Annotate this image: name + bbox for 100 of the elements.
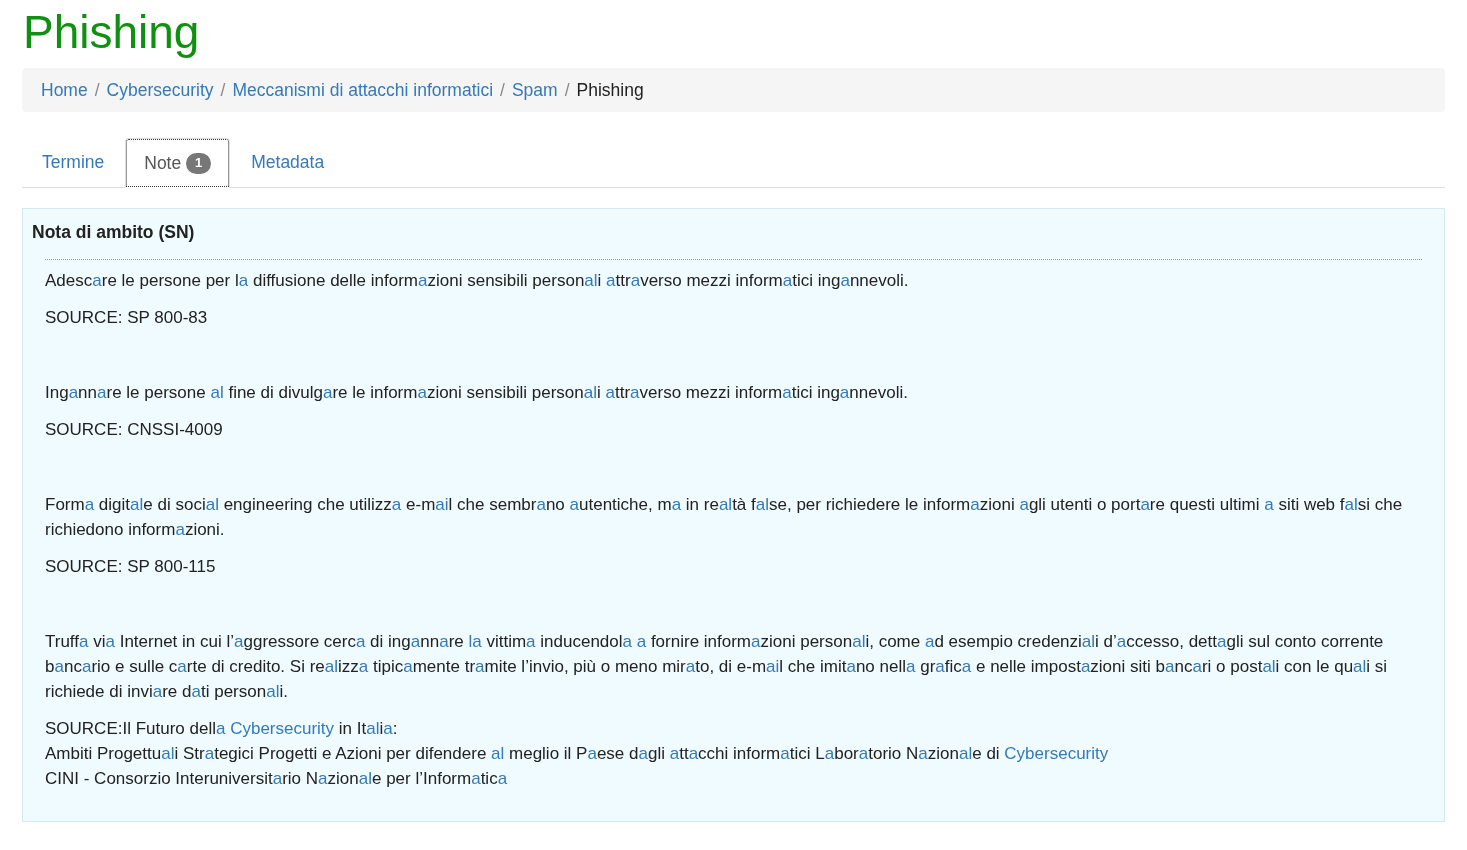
glossary-link[interactable]: la	[468, 632, 482, 652]
glossary-link[interactable]: a	[935, 657, 945, 677]
tab[interactable]: Termine	[23, 137, 124, 187]
glossary-link[interactable]: a	[81, 657, 92, 677]
glossary-link[interactable]: al	[1344, 495, 1358, 515]
glossary-link[interactable]: Cybersecurity	[1004, 744, 1109, 764]
glossary-link[interactable]: al	[583, 383, 597, 403]
glossary-link[interactable]: al	[852, 632, 866, 652]
glossary-link[interactable]: al	[1081, 632, 1096, 652]
glossary-link[interactable]: a	[587, 744, 597, 764]
glossary-link[interactable]: al	[584, 271, 598, 291]
glossary-link[interactable]: al	[130, 495, 144, 515]
glossary-link[interactable]: a	[191, 682, 201, 702]
glossary-link[interactable]: al	[491, 744, 505, 764]
glossary-link[interactable]: al	[1262, 657, 1276, 677]
glossary-link[interactable]: a	[471, 769, 481, 789]
glossary-link[interactable]: a	[383, 719, 393, 739]
glossary-link[interactable]: a	[824, 744, 835, 764]
glossary-link[interactable]: a	[671, 495, 682, 515]
glossary-link[interactable]: a	[318, 769, 328, 789]
tab[interactable]: Note 1	[125, 138, 231, 188]
glossary-link[interactable]: a	[685, 657, 696, 677]
breadcrumb-link[interactable]: Meccanismi di attacchi informatici	[232, 76, 494, 104]
breadcrumb-link[interactable]: Cybersecurity	[106, 76, 214, 104]
glossary-link[interactable]: a	[669, 744, 680, 764]
glossary-link[interactable]: a	[358, 657, 369, 677]
glossary-link[interactable]: a	[97, 383, 107, 403]
glossary-link[interactable]: a	[1217, 632, 1227, 652]
glossary-link[interactable]: a	[1116, 632, 1127, 652]
glossary-link[interactable]: a a	[622, 632, 647, 652]
glossary-link[interactable]: a	[355, 632, 366, 652]
glossary-link[interactable]: a	[175, 520, 185, 540]
glossary-link[interactable]: a	[234, 632, 244, 652]
glossary-link[interactable]: a	[924, 632, 935, 652]
glossary-link[interactable]: a	[918, 744, 928, 764]
glossary-link[interactable]: ai	[766, 657, 780, 677]
breadcrumb-link[interactable]: Spam	[511, 76, 558, 104]
glossary-link[interactable]: ai	[435, 495, 449, 515]
source-text: SOURCE: SP 800-83	[45, 307, 209, 330]
glossary-link[interactable]: a	[782, 271, 793, 291]
glossary-link[interactable]: a	[970, 495, 980, 515]
glossary-link[interactable]: a	[846, 657, 856, 677]
glossary-link[interactable]: al	[266, 682, 280, 702]
glossary-link[interactable]: a	[204, 744, 215, 764]
glossary-link[interactable]: a	[1192, 657, 1202, 677]
glossary-link[interactable]: a	[54, 657, 64, 677]
glossary-link[interactable]: al	[958, 744, 973, 764]
count-badge: 1	[186, 152, 212, 174]
glossary-link[interactable]: a	[79, 632, 89, 652]
glossary-link[interactable]: a	[630, 271, 641, 291]
glossary-link[interactable]: a	[152, 682, 163, 702]
glossary-link[interactable]: a	[1165, 657, 1175, 677]
glossary-link[interactable]: a	[751, 632, 761, 652]
glossary-link[interactable]: a	[105, 632, 115, 652]
tab[interactable]: Metadata	[232, 137, 344, 187]
glossary-link[interactable]: a	[439, 632, 449, 652]
glossary-link[interactable]: a	[569, 495, 579, 515]
glossary-link[interactable]: a	[961, 657, 972, 677]
glossary-link[interactable]: a	[1264, 495, 1274, 515]
glossary-link[interactable]: a	[638, 744, 648, 764]
glossary-link[interactable]: al	[718, 495, 733, 515]
glossary-link[interactable]: a	[322, 383, 333, 403]
glossary-link[interactable]: al	[358, 769, 372, 789]
glossary-link[interactable]: al	[324, 657, 338, 677]
source-text: SOURCE:Il Futuro della Cybersecurity in Italia:	[45, 718, 399, 741]
glossary-link[interactable]: a	[475, 657, 485, 677]
glossary-link[interactable]: a	[630, 383, 640, 403]
glossary-link[interactable]: a	[906, 657, 916, 677]
breadcrumb-separator: /	[499, 78, 506, 102]
glossary-link[interactable]: al	[755, 495, 769, 515]
glossary-link[interactable]: a	[688, 744, 699, 764]
glossary-link[interactable]: a Cybersecurity	[216, 719, 335, 739]
glossary-link[interactable]: al	[205, 495, 219, 515]
glossary-link[interactable]: a	[497, 769, 508, 789]
glossary-link[interactable]: a	[391, 495, 402, 515]
glossary-link[interactable]: a	[839, 383, 850, 403]
glossary-link[interactable]: a	[1140, 495, 1150, 515]
glossary-link[interactable]: a	[418, 271, 428, 291]
glossary-link[interactable]: a	[84, 495, 95, 515]
glossary-link[interactable]: a	[92, 271, 102, 291]
glossary-link[interactable]: al	[1353, 657, 1367, 677]
glossary-link[interactable]: a	[1019, 495, 1029, 515]
glossary-link[interactable]: a	[1080, 657, 1091, 677]
glossary-link[interactable]: a	[68, 383, 79, 403]
glossary-link[interactable]: a	[605, 383, 615, 403]
breadcrumb-link[interactable]: Home	[41, 76, 88, 104]
glossary-link[interactable]: a	[782, 383, 792, 403]
glossary-link[interactable]: al	[210, 383, 224, 403]
glossary-link[interactable]: a	[417, 383, 427, 403]
glossary-link[interactable]: a	[858, 744, 869, 764]
glossary-link[interactable]: a	[403, 657, 413, 677]
glossary-link[interactable]: a	[606, 271, 616, 291]
glossary-link[interactable]: a	[780, 744, 790, 764]
glossary-link[interactable]: a	[410, 632, 421, 652]
glossary-link[interactable]: a	[840, 271, 850, 291]
glossary-link[interactable]: a	[272, 769, 283, 789]
glossary-link[interactable]: a	[536, 495, 546, 515]
glossary-link[interactable]: a	[177, 657, 187, 677]
glossary-link[interactable]: a	[526, 632, 536, 652]
breadcrumb-current: Phishing	[576, 78, 644, 102]
